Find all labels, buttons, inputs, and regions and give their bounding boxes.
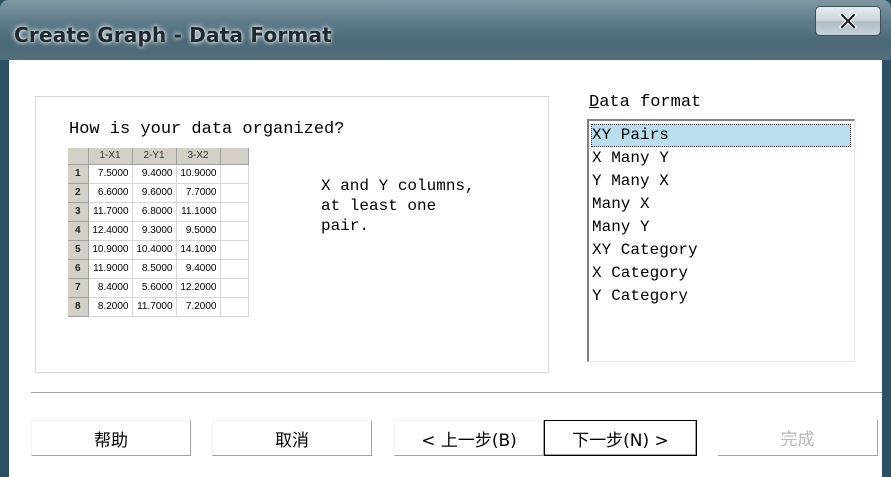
format-option-xy-pairs[interactable]: XY Pairs <box>591 124 851 147</box>
worksheet-cell-empty <box>220 221 249 241</box>
close-icon <box>839 14 857 28</box>
back-button[interactable]: < 上一步(B) <box>394 420 544 456</box>
column-header: 1-X1 <box>88 148 133 165</box>
next-button[interactable]: 下一步(N) > <box>544 420 697 456</box>
worksheet-cell: 8.4000 <box>88 278 133 298</box>
format-option-x-category[interactable]: X Category <box>591 262 851 285</box>
window-title: Create Graph - Data Format <box>14 23 332 47</box>
worksheet-row: 5 10.9000 10.4000 14.1000 <box>68 240 249 260</box>
worksheet-cell: 9.5000 <box>176 221 221 241</box>
worksheet-corner <box>68 148 89 165</box>
worksheet-cell: 5.6000 <box>132 278 177 298</box>
sample-worksheet: 1-X1 2-Y1 3-X2 1 7.5000 9.4000 10.9000 2 6.60… <box>68 148 292 362</box>
worksheet-cell: 7.5000 <box>88 164 133 184</box>
worksheet-cell: 12.2000 <box>176 278 221 298</box>
format-description: X and Y columns, at least one pair. <box>321 176 475 236</box>
row-number: 1 <box>68 164 89 184</box>
row-number: 2 <box>68 183 89 203</box>
column-header: 3-X2 <box>176 148 221 165</box>
worksheet-cell: 14.1000 <box>176 240 221 260</box>
finish-button: 完成 <box>718 420 878 456</box>
worksheet-cell: 6.8000 <box>132 202 177 222</box>
worksheet-cell: 10.9000 <box>176 164 221 184</box>
column-header: 2-Y1 <box>132 148 177 165</box>
worksheet-cell-empty <box>220 202 249 222</box>
worksheet-cell-empty <box>220 164 249 184</box>
worksheet-row: 1 7.5000 9.4000 10.9000 <box>68 164 249 184</box>
worksheet-cell: 7.2000 <box>176 297 221 317</box>
divider <box>31 392 882 394</box>
label-mnemonic: D <box>589 93 600 112</box>
worksheet-row: 6 11.9000 8.5000 9.4000 <box>68 259 249 279</box>
format-option-many-y[interactable]: Many Y <box>591 216 851 239</box>
worksheet-cell: 12.4000 <box>88 221 133 241</box>
dialog-body: How is your data organized? 1-X1 2-Y1 3-… <box>9 60 882 477</box>
worksheet-header-row: 1-X1 2-Y1 3-X2 <box>68 148 249 165</box>
worksheet-cell: 11.9000 <box>88 259 133 279</box>
format-option-y-many-x[interactable]: Y Many X <box>591 170 851 193</box>
description-line: at least one <box>321 197 437 215</box>
worksheet-cell-empty <box>220 240 249 260</box>
worksheet-cell: 9.4000 <box>176 259 221 279</box>
format-option-x-many-y[interactable]: X Many Y <box>591 147 851 170</box>
format-option-y-category[interactable]: Y Category <box>591 285 851 308</box>
worksheet-cell: 9.4000 <box>132 164 177 184</box>
worksheet-cell: 9.6000 <box>132 183 177 203</box>
question-label: How is your data organized? <box>69 120 345 139</box>
close-button[interactable] <box>815 6 881 36</box>
worksheet-cell-empty <box>220 297 249 317</box>
row-number: 4 <box>68 221 89 241</box>
worksheet-cell: 9.3000 <box>132 221 177 241</box>
column-header-empty <box>220 148 249 165</box>
format-option-xy-category[interactable]: XY Category <box>591 239 851 262</box>
worksheet-cell-empty <box>220 183 249 203</box>
worksheet-cell: 8.5000 <box>132 259 177 279</box>
label-text: ata format <box>599 93 702 112</box>
worksheet-cell: 10.4000 <box>132 240 177 260</box>
worksheet-row: 3 11.7000 6.8000 11.1000 <box>68 202 249 222</box>
worksheet-row: 8 8.2000 11.7000 7.2000 <box>68 297 249 317</box>
worksheet-cell: 11.1000 <box>176 202 221 222</box>
data-format-label: Data format <box>589 93 701 112</box>
row-number: 3 <box>68 202 89 222</box>
dialog-window: Create Graph - Data Format How is your d… <box>0 0 891 477</box>
worksheet-row: 2 6.6000 9.6000 7.7000 <box>68 183 249 203</box>
worksheet-cell: 11.7000 <box>132 297 177 317</box>
worksheet-cell-empty <box>220 278 249 298</box>
worksheet-row: 4 12.4000 9.3000 9.5000 <box>68 221 249 241</box>
worksheet-cell: 8.2000 <box>88 297 133 317</box>
worksheet-cell-empty <box>220 259 249 279</box>
worksheet-cell: 6.6000 <box>88 183 133 203</box>
title-bar[interactable]: Create Graph - Data Format <box>0 0 891 60</box>
help-button[interactable]: 帮助 <box>31 420 191 456</box>
row-number: 7 <box>68 278 89 298</box>
worksheet-row: 7 8.4000 5.6000 12.2000 <box>68 278 249 298</box>
data-format-listbox[interactable]: XY Pairs X Many Y Y Many X Many X Many Y… <box>587 119 855 362</box>
row-number: 8 <box>68 297 89 317</box>
row-number: 6 <box>68 259 89 279</box>
cancel-button[interactable]: 取消 <box>212 420 372 456</box>
row-number: 5 <box>68 240 89 260</box>
description-line: X and Y columns, <box>321 177 475 195</box>
description-line: pair. <box>321 217 370 235</box>
worksheet-cell: 11.7000 <box>88 202 133 222</box>
format-option-many-x[interactable]: Many X <box>591 193 851 216</box>
worksheet-cell: 7.7000 <box>176 183 221 203</box>
worksheet-cell: 10.9000 <box>88 240 133 260</box>
